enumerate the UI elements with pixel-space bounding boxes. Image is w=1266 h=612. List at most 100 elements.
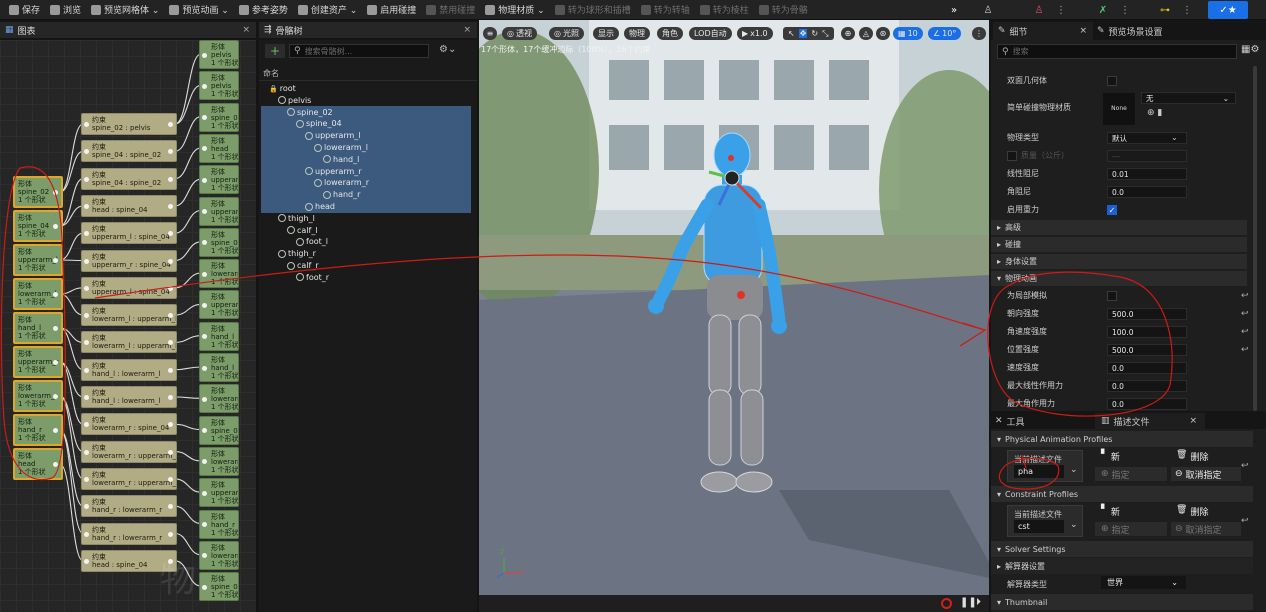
node-pin-in[interactable] bbox=[84, 285, 89, 291]
close-icon[interactable]: × bbox=[463, 25, 471, 35]
graph-body-node[interactable]: 形体 upperarm_l 1 个形状 bbox=[199, 165, 239, 195]
property-checkbox[interactable] bbox=[1107, 290, 1117, 301]
graph-constraint-node[interactable]: 约束 lowerarm_r : upperarm_r bbox=[81, 440, 177, 463]
tree-item-foot_r[interactable]: foot_r bbox=[296, 272, 329, 283]
graph-constraint-node[interactable]: 约束 spine_02 : pelvis bbox=[81, 113, 177, 135]
property-value[interactable]: 0.0 bbox=[1107, 379, 1187, 392]
material-dropdown[interactable]: 无 ⌄ bbox=[1141, 92, 1236, 104]
property-value[interactable]: 0.01 bbox=[1107, 167, 1187, 180]
pa-assign-button[interactable]: ⊕ 指定 bbox=[1095, 467, 1167, 481]
graph-constraint-node[interactable]: 约束 lowerarm_l : upperarm_l bbox=[81, 331, 177, 354]
constraint-profiles-header[interactable]: ▾ Constraint Profiles bbox=[991, 486, 1253, 502]
graph-constraint-node[interactable]: 约束 upperarm_l : spine_04 bbox=[81, 222, 177, 245]
reset-icon-2[interactable]: ↩ bbox=[1241, 516, 1249, 526]
node-pin-in[interactable] bbox=[84, 449, 89, 455]
node-pin[interactable] bbox=[53, 462, 58, 467]
tree-item-thigh_r[interactable]: thigh_r bbox=[278, 248, 316, 259]
property-value[interactable]: 100.0 bbox=[1107, 325, 1187, 338]
node-pin[interactable] bbox=[202, 177, 207, 183]
graph-body-node[interactable]: 形体 upperarm_l 1 个形状 bbox=[13, 244, 63, 276]
node-pin-in[interactable] bbox=[84, 395, 89, 400]
transform-tools[interactable]: ↖ ✥ ↻ ⤡ bbox=[783, 27, 834, 40]
world-local-button[interactable]: ⊕ bbox=[841, 27, 855, 40]
cp-assign-button[interactable]: ⊕ 指定 bbox=[1095, 522, 1167, 536]
node-pin[interactable] bbox=[53, 258, 58, 263]
node-pin[interactable] bbox=[53, 428, 58, 433]
property-value[interactable]: --- bbox=[1107, 149, 1187, 162]
physical-animation-profiles-header[interactable]: ▾ Physical Animation Profiles bbox=[991, 431, 1253, 447]
property-checkbox[interactable]: ✓ bbox=[1107, 204, 1117, 215]
graph-mode-icon[interactable]: ⊶ bbox=[1156, 1, 1174, 19]
lod-button[interactable]: LOD自动 bbox=[689, 27, 732, 40]
override-checkbox[interactable] bbox=[1007, 150, 1017, 161]
graph-constraint-node[interactable]: 约束 hand_l : lowerarm_l bbox=[81, 358, 177, 381]
toolbar-button-0[interactable]: 保存 bbox=[4, 0, 45, 20]
node-pin-out[interactable] bbox=[168, 367, 173, 373]
graph-constraint-node[interactable]: 约束 hand_l : lowerarm_l bbox=[81, 386, 177, 408]
node-pin[interactable] bbox=[202, 209, 207, 214]
node-pin[interactable] bbox=[202, 52, 207, 58]
graph-constraint-node[interactable]: 约束 lowerarm_l : upperarm_l bbox=[81, 304, 177, 327]
tree-item-hand_r[interactable]: hand_r bbox=[323, 189, 360, 200]
graph-body-node[interactable]: 形体 hand_r 1 个形状 bbox=[13, 414, 63, 446]
reset-icon[interactable]: ↩ bbox=[1241, 309, 1249, 319]
viewport-menu-button[interactable]: ≡ bbox=[483, 27, 497, 40]
scale-icon[interactable]: ⤡ bbox=[822, 29, 828, 39]
grid-snap-button[interactable]: ▦ 10 bbox=[893, 27, 923, 40]
graph-body-node[interactable]: 形体 spine_04 1 个形状 bbox=[199, 572, 239, 602]
node-pin[interactable] bbox=[202, 396, 207, 402]
pa-current-box[interactable]: 当前描述文件 pha ⌄ bbox=[1007, 450, 1083, 482]
lighting-button[interactable]: ◎ 光照 bbox=[549, 27, 584, 40]
toolbar-button-8[interactable]: 物理材质 ⌄ bbox=[480, 0, 549, 20]
tree-item-head[interactable]: head bbox=[305, 201, 335, 212]
solver-settings-header[interactable]: ▾ Solver Settings bbox=[991, 541, 1253, 557]
property-value[interactable]: 500.0 bbox=[1107, 343, 1187, 356]
graph-body-node[interactable]: 形体 hand_l 1 个形状 bbox=[199, 321, 239, 351]
graph-body-node[interactable]: 形体 spine_04 1 个形状 bbox=[199, 227, 239, 257]
graph-body-node[interactable]: 形体 upperarm_r 1 个形状 bbox=[13, 346, 63, 378]
toolbar-button-1[interactable]: 浏览 bbox=[45, 0, 86, 20]
graph-body-node[interactable]: 形体 spine_02 1 个形状 bbox=[199, 102, 239, 132]
graph-constraint-node[interactable]: 约束 hand_r : lowerarm_r bbox=[81, 522, 177, 545]
toolbar-button-11[interactable]: 转为棱柱 bbox=[695, 0, 754, 20]
graph-body-node[interactable]: 形体 lowerarm_l 1 个形状 bbox=[199, 384, 239, 414]
graph-body-node[interactable]: 形体 spine_02 1 个形状 bbox=[13, 176, 63, 208]
toolbar-button-7[interactable]: 禁用碰撞 bbox=[421, 0, 480, 20]
node-pin[interactable] bbox=[202, 490, 207, 496]
cp-current-box[interactable]: 当前描述文件 cst ⌄ bbox=[1007, 505, 1083, 537]
tree-item-hand_l[interactable]: hand_l bbox=[323, 154, 359, 165]
node-pin-in[interactable] bbox=[84, 476, 89, 482]
select-icon[interactable]: ↖ bbox=[788, 29, 795, 38]
graph-body-node[interactable]: 形体 head 1 个形状 bbox=[13, 448, 63, 480]
toolbar-overflow-button[interactable]: » bbox=[944, 1, 964, 19]
node-pin-out[interactable] bbox=[168, 395, 173, 400]
node-pin[interactable] bbox=[53, 190, 58, 195]
skeleton-tree-tab[interactable]: ⇶ 骨骼树 × bbox=[259, 22, 477, 38]
property-checkbox[interactable] bbox=[1107, 75, 1117, 86]
node-pin-in[interactable] bbox=[84, 122, 89, 127]
node-pin[interactable] bbox=[202, 271, 207, 277]
node-pin[interactable] bbox=[202, 365, 207, 371]
tree-item-calf_r[interactable]: calf_r bbox=[287, 260, 319, 271]
property-value[interactable]: 0.0 bbox=[1107, 361, 1187, 374]
property-value[interactable]: 0.0 bbox=[1107, 185, 1187, 198]
reset-icon[interactable]: ↩ bbox=[1241, 345, 1249, 355]
pa-unassign-button[interactable]: ⊖ 取消指定 bbox=[1171, 467, 1241, 481]
details-scrollbar[interactable] bbox=[1253, 66, 1257, 411]
details-tab[interactable]: ✎ 细节 × bbox=[993, 22, 1093, 40]
more-icon[interactable]: ⋮ bbox=[1056, 1, 1066, 19]
show-button[interactable]: 显示 bbox=[593, 27, 619, 40]
rotate-icon[interactable]: ↻ bbox=[811, 29, 818, 38]
reset-icon[interactable]: ↩ bbox=[1241, 291, 1249, 301]
surface-snap-button[interactable]: ◬ bbox=[859, 27, 873, 40]
node-pin-out[interactable] bbox=[168, 449, 173, 455]
maximize-button[interactable]: ⋮ bbox=[972, 27, 986, 40]
playback-speed-button[interactable]: ▶ x1.0 bbox=[737, 27, 773, 40]
graph-constraint-node[interactable]: 约束 head : spine_04 bbox=[81, 194, 177, 217]
node-pin[interactable] bbox=[53, 360, 58, 365]
tree-item-root[interactable]: 🔒 root bbox=[269, 83, 296, 94]
graph-constraint-node[interactable]: 约束 upperarm_r : spine_04 bbox=[81, 249, 177, 272]
pa-delete-button[interactable]: 🗑 删除 bbox=[1176, 450, 1208, 463]
section-header[interactable]: ▸ 高级 bbox=[991, 220, 1247, 235]
section-header[interactable]: ▾ 物理动画 bbox=[991, 271, 1247, 286]
